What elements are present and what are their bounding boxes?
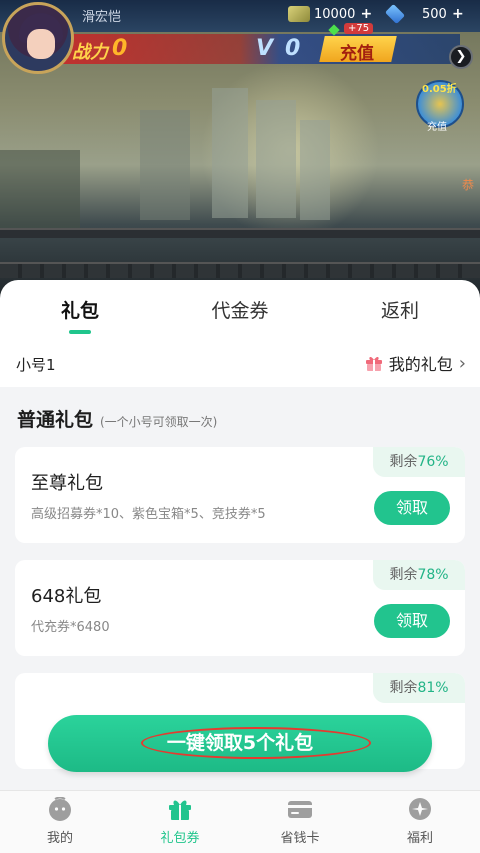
card-icon bbox=[287, 797, 313, 821]
avatar-face bbox=[27, 29, 55, 59]
tab-gifts[interactable]: 礼包 bbox=[40, 296, 120, 323]
tab-bar: 礼包 代金券 返利 bbox=[0, 280, 480, 342]
nav-label: 我的 bbox=[46, 831, 73, 846]
my-gifts-link[interactable]: 我的礼包 › bbox=[365, 351, 466, 375]
star-badge-icon bbox=[407, 797, 433, 821]
building bbox=[212, 88, 248, 218]
player-avatar[interactable] bbox=[2, 2, 74, 74]
side-text: 恭 bbox=[462, 178, 475, 192]
account-row: 小号1 我的礼包 › bbox=[0, 342, 480, 387]
remaining-label: 剩余 bbox=[389, 680, 418, 696]
gift-card: 剩余78% 648礼包 代充券*6480 领取 bbox=[15, 560, 465, 656]
vip-value: 0 bbox=[285, 36, 301, 61]
add-gold-icon[interactable]: + bbox=[359, 7, 373, 21]
remaining-percent: 81% bbox=[417, 680, 449, 696]
section-note: (一个小号可领取一次) bbox=[100, 415, 218, 429]
machinery bbox=[0, 150, 80, 230]
highlight-ring bbox=[141, 727, 371, 759]
tab-rebates[interactable]: 返利 bbox=[360, 296, 440, 323]
gift-description: 高级招募券*10、紫色宝箱*5、竞技券*5 bbox=[31, 507, 266, 522]
gem-counter: 500 + bbox=[384, 3, 465, 25]
claim-button[interactable]: 领取 bbox=[374, 604, 450, 638]
building bbox=[256, 100, 296, 218]
recharge-label: 充值 bbox=[340, 44, 374, 64]
gift-sheet: 礼包 代金券 返利 小号1 我的礼包 › 普通礼包 (一个小号可领取一次) 剩余… bbox=[0, 280, 480, 853]
profile-icon bbox=[47, 796, 73, 821]
vip-label: V bbox=[256, 36, 274, 61]
nav-item-savings-card[interactable]: 省钱卡 bbox=[240, 797, 360, 846]
claim-all-button[interactable]: 一键领取5个礼包 bbox=[48, 715, 432, 772]
gold-counter: 10000 + bbox=[288, 6, 373, 22]
remaining-label: 剩余 bbox=[389, 567, 418, 583]
bottom-nav: 我的 礼包券 省钱卡 福利 bbox=[0, 790, 480, 853]
active-tab-indicator bbox=[69, 330, 91, 334]
remaining-badge: 剩余76% bbox=[373, 447, 465, 477]
nav-item-welfare[interactable]: 福利 bbox=[360, 797, 480, 846]
gold-amount: 10000 bbox=[314, 6, 356, 22]
gift-icon bbox=[167, 797, 193, 821]
building bbox=[300, 120, 330, 220]
section-title: 普通礼包 bbox=[17, 409, 94, 431]
recharge-bonus: +75 bbox=[344, 23, 374, 34]
rail bbox=[0, 262, 480, 278]
rail bbox=[0, 228, 480, 238]
diamond-icon bbox=[384, 3, 406, 25]
gold-bar-icon bbox=[288, 6, 310, 22]
claim-button[interactable]: 领取 bbox=[374, 491, 450, 525]
remaining-percent: 76% bbox=[417, 454, 449, 470]
chevron-right-icon: › bbox=[458, 352, 466, 374]
gift-name: 648礼包 bbox=[31, 586, 102, 607]
nav-label: 福利 bbox=[406, 831, 433, 846]
nav-item-gifts[interactable]: 礼包券 bbox=[120, 797, 240, 846]
nav-item-profile[interactable]: 我的 bbox=[0, 796, 120, 846]
gift-icon bbox=[365, 355, 383, 371]
account-name[interactable]: 小号1 bbox=[16, 354, 56, 375]
remaining-badge: 剩余78% bbox=[373, 560, 465, 590]
add-gem-icon[interactable]: + bbox=[451, 7, 465, 21]
remaining-label: 剩余 bbox=[389, 454, 418, 470]
gift-description: 代充券*6480 bbox=[31, 620, 110, 635]
event-discount: 0.05折 bbox=[422, 84, 457, 95]
gem-amount: 500 bbox=[422, 6, 447, 22]
nav-label: 省钱卡 bbox=[280, 831, 320, 846]
building bbox=[140, 110, 190, 220]
nav-label: 礼包券 bbox=[160, 831, 200, 846]
my-gifts-label: 我的礼包 bbox=[388, 355, 453, 374]
remaining-percent: 78% bbox=[417, 567, 449, 583]
event-label: 充值 bbox=[427, 122, 447, 133]
gift-name: 至尊礼包 bbox=[31, 473, 103, 494]
power-label: 战力 bbox=[72, 42, 108, 63]
power-value: 0 bbox=[112, 36, 128, 61]
player-name: 滑宏恺 bbox=[82, 10, 122, 25]
gift-card: 剩余76% 至尊礼包 高级招募券*10、紫色宝箱*5、竞技券*5 领取 bbox=[15, 447, 465, 543]
tab-vouchers[interactable]: 代金券 bbox=[190, 296, 290, 323]
expand-arrow-icon[interactable]: ❯ bbox=[449, 45, 473, 69]
remaining-badge: 剩余81% bbox=[373, 673, 465, 703]
